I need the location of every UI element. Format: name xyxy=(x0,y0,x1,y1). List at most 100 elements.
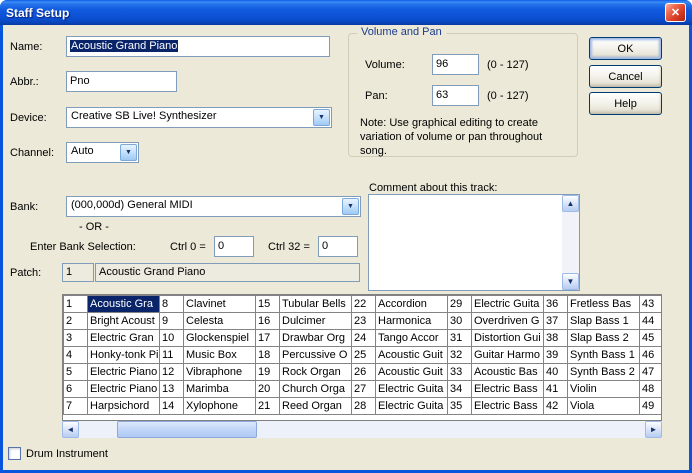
patch-cell-name[interactable]: Synth Bass 1 xyxy=(568,347,640,364)
patch-cell-name[interactable]: Acoustic Bas xyxy=(472,364,544,381)
patch-cell-number[interactable]: 18 xyxy=(256,347,280,364)
patch-cell-name[interactable]: Xylophone xyxy=(184,398,256,415)
ok-button[interactable]: OK xyxy=(589,37,662,60)
patch-cell-number[interactable]: 30 xyxy=(448,313,472,330)
patch-cell-number[interactable]: 11 xyxy=(160,347,184,364)
patch-cell-name[interactable]: Electric Piano xyxy=(88,381,160,398)
device-dropdown-button[interactable]: ▼ xyxy=(313,109,330,126)
patch-cell-name[interactable]: Electric Piano xyxy=(88,364,160,381)
abbr-input[interactable]: Pno xyxy=(66,71,177,92)
help-button[interactable]: Help xyxy=(589,92,662,115)
patch-cell-name[interactable]: Fretless Bas xyxy=(568,296,640,313)
patch-cell-number[interactable]: 47 xyxy=(640,364,663,381)
patch-cell-number[interactable]: 9 xyxy=(160,313,184,330)
patch-cell-name[interactable]: Synth Bass 2 xyxy=(568,364,640,381)
patch-cell-number[interactable]: 40 xyxy=(544,364,568,381)
patch-cell-number[interactable]: 13 xyxy=(160,381,184,398)
patch-cell-number[interactable]: 28 xyxy=(352,398,376,415)
comment-scrollbar[interactable]: ▲ ▼ xyxy=(562,195,579,290)
patch-cell-number[interactable]: 32 xyxy=(448,347,472,364)
patch-cell-number[interactable]: 41 xyxy=(544,381,568,398)
scroll-left-button[interactable]: ◄ xyxy=(62,421,79,438)
bank-select[interactable]: (000,000d) General MIDI ▼ xyxy=(66,196,361,217)
patch-cell-number[interactable]: 48 xyxy=(640,381,663,398)
volume-input[interactable]: 96 xyxy=(432,54,479,75)
patch-cell-name[interactable]: Acoustic Guit xyxy=(376,364,448,381)
patch-cell-name[interactable]: Overdriven G xyxy=(472,313,544,330)
patch-cell-name[interactable]: Vibraphone xyxy=(184,364,256,381)
patch-cell-name[interactable]: Celesta xyxy=(184,313,256,330)
patch-cell-name[interactable]: Electric Bass xyxy=(472,398,544,415)
patch-cell-name[interactable]: Drawbar Org xyxy=(280,330,352,347)
patch-cell-name[interactable]: Slap Bass 1 xyxy=(568,313,640,330)
titlebar[interactable]: Staff Setup ✕ xyxy=(0,0,692,25)
patch-cell-number[interactable]: 21 xyxy=(256,398,280,415)
patch-cell-number[interactable]: 2 xyxy=(64,313,88,330)
cancel-button[interactable]: Cancel xyxy=(589,65,662,88)
patch-cell-number[interactable]: 36 xyxy=(544,296,568,313)
patch-cell-number[interactable]: 8 xyxy=(160,296,184,313)
patch-cell-name[interactable]: Distortion Gui xyxy=(472,330,544,347)
patch-cell-number[interactable]: 6 xyxy=(64,381,88,398)
patch-cell-name[interactable]: Acoustic Gra xyxy=(88,296,160,313)
patch-cell-number[interactable]: 27 xyxy=(352,381,376,398)
patch-cell-number[interactable]: 15 xyxy=(256,296,280,313)
patch-cell-number[interactable]: 46 xyxy=(640,347,663,364)
scroll-down-button[interactable]: ▼ xyxy=(562,273,579,290)
patch-cell-number[interactable]: 4 xyxy=(64,347,88,364)
patch-cell-name[interactable]: Reed Organ xyxy=(280,398,352,415)
patch-cell-number[interactable]: 14 xyxy=(160,398,184,415)
patch-cell-name[interactable]: Music Box xyxy=(184,347,256,364)
patch-cell-number[interactable]: 23 xyxy=(352,313,376,330)
pan-input[interactable]: 63 xyxy=(432,85,479,106)
comment-textarea[interactable]: ▲ ▼ xyxy=(368,194,580,291)
drum-instrument-checkbox[interactable] xyxy=(8,447,21,460)
patch-cell-number[interactable]: 7 xyxy=(64,398,88,415)
patch-cell-name[interactable]: Viola xyxy=(568,398,640,415)
patch-cell-number[interactable]: 39 xyxy=(544,347,568,364)
patch-cell-number[interactable]: 35 xyxy=(448,398,472,415)
patch-cell-number[interactable]: 29 xyxy=(448,296,472,313)
patch-cell-number[interactable]: 5 xyxy=(64,364,88,381)
patch-cell-name[interactable]: Electric Guita xyxy=(376,381,448,398)
ctrl32-input[interactable]: 0 xyxy=(318,236,358,257)
patch-cell-name[interactable]: Electric Gran xyxy=(88,330,160,347)
patch-cell-name[interactable]: Rock Organ xyxy=(280,364,352,381)
patch-cell-number[interactable]: 49 xyxy=(640,398,663,415)
patch-cell-number[interactable]: 25 xyxy=(352,347,376,364)
patch-table-hscrollbar[interactable]: ◄ ► xyxy=(62,421,662,438)
ctrl0-input[interactable]: 0 xyxy=(214,236,254,257)
bank-dropdown-button[interactable]: ▼ xyxy=(342,198,359,215)
patch-cell-number[interactable]: 16 xyxy=(256,313,280,330)
patch-cell-number[interactable]: 12 xyxy=(160,364,184,381)
patch-cell-number[interactable]: 34 xyxy=(448,381,472,398)
patch-cell-number[interactable]: 20 xyxy=(256,381,280,398)
patch-cell-name[interactable]: Slap Bass 2 xyxy=(568,330,640,347)
patch-cell-name[interactable]: Electric Bass xyxy=(472,381,544,398)
hscrollbar-thumb[interactable] xyxy=(117,421,257,438)
patch-cell-name[interactable]: Marimba xyxy=(184,381,256,398)
patch-cell-number[interactable]: 24 xyxy=(352,330,376,347)
patch-cell-name[interactable]: Harpsichord xyxy=(88,398,160,415)
patch-cell-number[interactable]: 43 xyxy=(640,296,663,313)
patch-cell-number[interactable]: 26 xyxy=(352,364,376,381)
patch-cell-number[interactable]: 37 xyxy=(544,313,568,330)
patch-cell-number[interactable]: 1 xyxy=(64,296,88,313)
patch-cell-name[interactable]: Honky-tonk Pi xyxy=(88,347,160,364)
patch-cell-number[interactable]: 42 xyxy=(544,398,568,415)
channel-select[interactable]: Auto ▼ xyxy=(66,142,139,163)
patch-cell-number[interactable]: 38 xyxy=(544,330,568,347)
patch-cell-name[interactable]: Electric Guita xyxy=(472,296,544,313)
patch-cell-number[interactable]: 44 xyxy=(640,313,663,330)
scroll-right-button[interactable]: ► xyxy=(645,421,662,438)
patch-cell-number[interactable]: 10 xyxy=(160,330,184,347)
name-input[interactable]: Acoustic Grand Piano xyxy=(66,36,330,57)
patch-cell-name[interactable]: Tango Accor xyxy=(376,330,448,347)
close-button[interactable]: ✕ xyxy=(665,3,686,22)
scroll-up-button[interactable]: ▲ xyxy=(562,195,579,212)
patch-cell-name[interactable]: Bright Acoust xyxy=(88,313,160,330)
patch-cell-number[interactable]: 17 xyxy=(256,330,280,347)
patch-cell-number[interactable]: 45 xyxy=(640,330,663,347)
patch-cell-number[interactable]: 19 xyxy=(256,364,280,381)
patch-cell-name[interactable]: Violin xyxy=(568,381,640,398)
